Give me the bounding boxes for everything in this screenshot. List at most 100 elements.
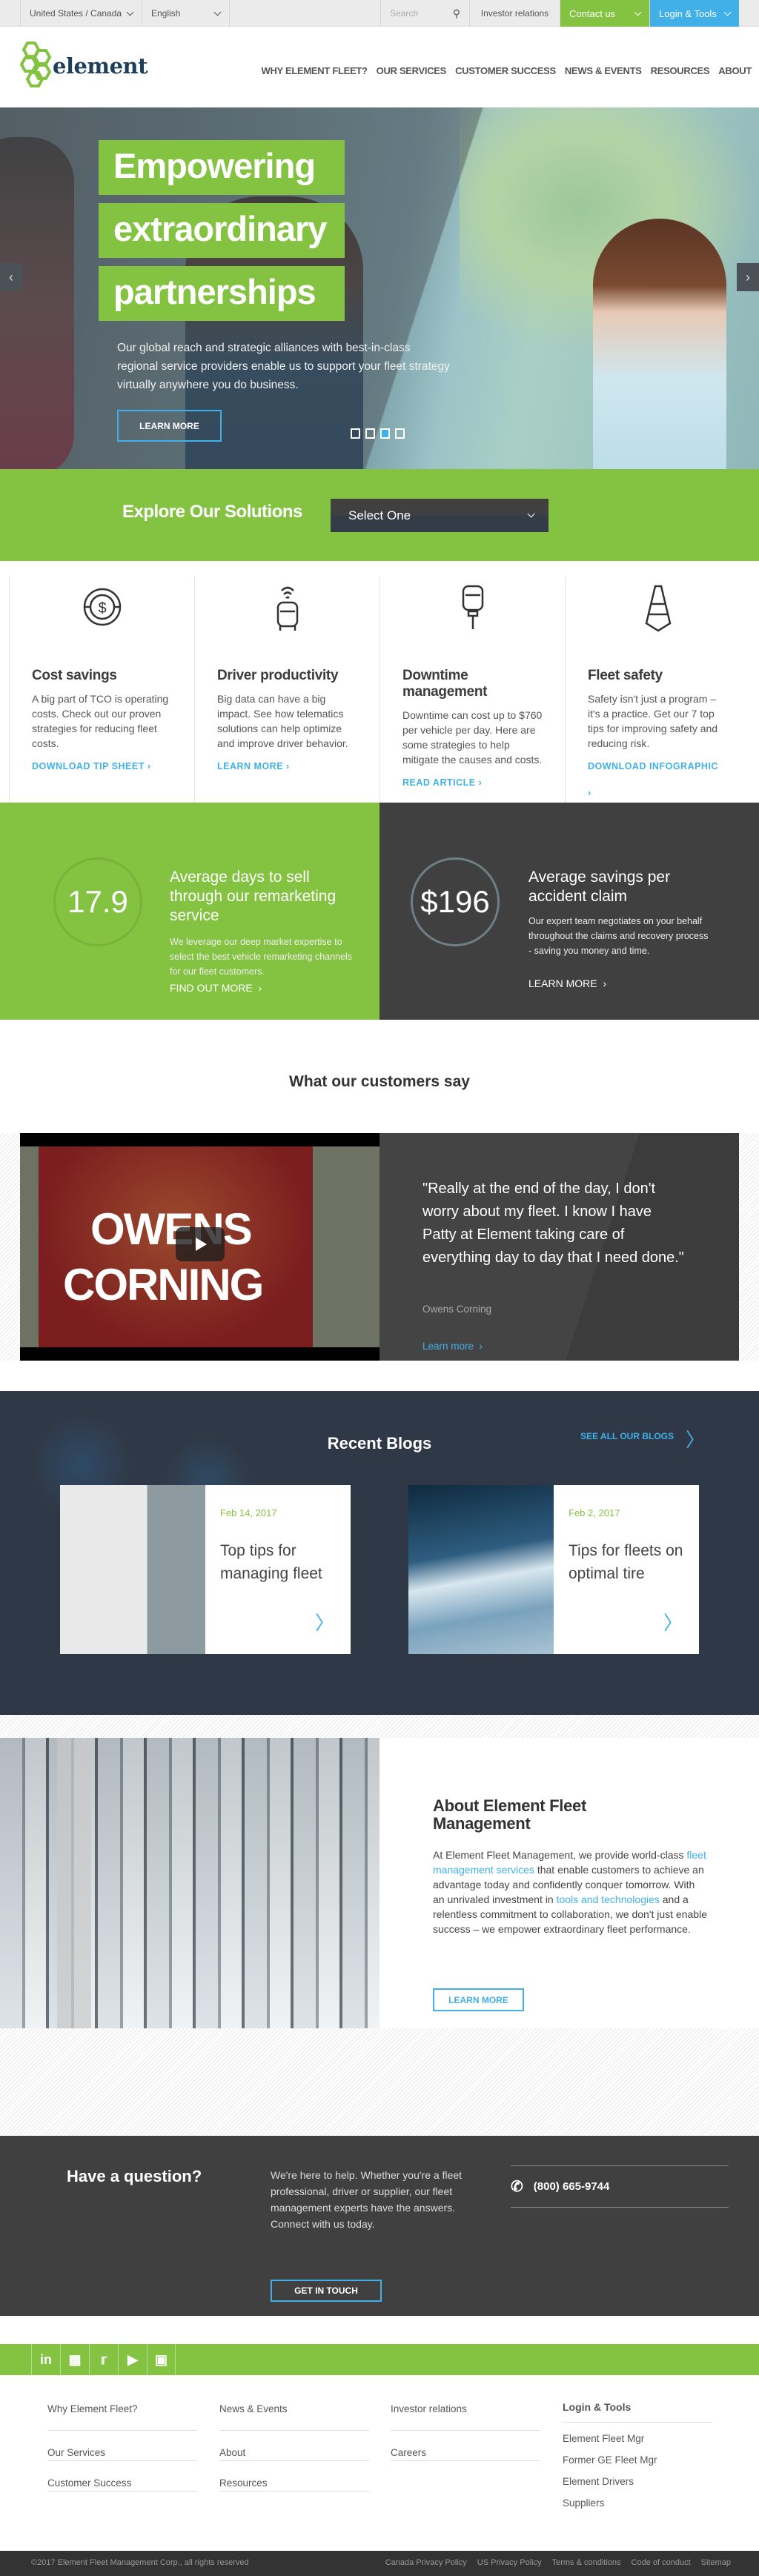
read-article-link[interactable]: READ ARTICLE › xyxy=(402,777,482,788)
stat-remarketing: 17.9 Average days to sell through our re… xyxy=(0,803,380,1020)
solution-cards: $ Cost savings A big part of TCO is oper… xyxy=(0,561,759,803)
chevron-right-icon[interactable]: 〉 xyxy=(315,1608,334,1636)
nav-news-events[interactable]: NEWS & EVENTS xyxy=(565,65,642,76)
chevron-down-icon xyxy=(126,8,134,16)
stats-section: 17.9 Average days to sell through our re… xyxy=(0,803,759,1020)
solution-card: Downtime management Downtime can cost up… xyxy=(380,576,565,803)
legal-link[interactable]: Sitemap xyxy=(701,2558,731,2567)
footer-link[interactable]: Element Drivers xyxy=(563,2476,712,2497)
search-icon[interactable]: ⚲ xyxy=(453,7,460,20)
phone-text: (800) 665-9744 xyxy=(533,2180,610,2193)
chevron-right-icon[interactable]: 〉 xyxy=(663,1608,683,1636)
blog-image xyxy=(408,1485,554,1654)
see-all-blogs-link[interactable]: SEE ALL OUR BLOGS xyxy=(580,1431,674,1441)
stat-value: $196 xyxy=(411,857,500,946)
footer-tools-title: Login & Tools xyxy=(563,2401,712,2423)
carousel-dot[interactable] xyxy=(351,428,360,439)
footer-column: Investor relations Careers xyxy=(391,2401,540,2461)
carousel-dot-active[interactable] xyxy=(380,428,390,439)
tools-technologies-link[interactable]: tools and technologies xyxy=(557,1893,660,1905)
footer-link[interactable]: Resources xyxy=(219,2461,369,2492)
nav-our-services[interactable]: OUR SERVICES xyxy=(377,65,447,76)
footer-tools-column: Login & Tools Element Fleet Mgr Former G… xyxy=(563,2401,712,2519)
footer-link[interactable]: Former GE Fleet Mgr xyxy=(563,2454,712,2476)
footer-link[interactable]: News & Events xyxy=(219,2401,369,2431)
select-value: Select One xyxy=(348,508,411,522)
login-tools-button[interactable]: Login & Tools xyxy=(649,0,739,27)
testimonial-learn-more-link[interactable]: Learn more › xyxy=(422,1341,483,1352)
phone-number[interactable]: ✆ (800) 665-9744 xyxy=(511,2165,729,2208)
get-in-touch-button[interactable]: GET IN TOUCH xyxy=(271,2280,382,2302)
slideshare-icon[interactable]: ▩ xyxy=(60,2344,89,2375)
youtube-icon[interactable]: ▶ xyxy=(118,2344,147,2375)
main-nav: WHY ELEMENT FLEET? OUR SERVICES CUSTOMER… xyxy=(262,65,752,76)
footer-link[interactable]: Investor relations xyxy=(391,2401,540,2431)
download-tip-sheet-link[interactable]: DOWNLOAD TIP SHEET › xyxy=(32,761,150,771)
legal-link[interactable]: Terms & conditions xyxy=(552,2558,621,2567)
carousel-prev-button[interactable]: ‹ xyxy=(0,263,22,291)
footer-link[interactable]: Suppliers xyxy=(563,2497,712,2519)
hexagon-logo-icon xyxy=(19,42,52,87)
language-select[interactable]: English xyxy=(142,0,229,27)
footer-link[interactable]: Customer Success xyxy=(47,2461,197,2492)
carousel-dot[interactable] xyxy=(395,428,405,439)
legal-bar: ©2017 Element Fleet Management Corp., al… xyxy=(0,2551,759,2576)
explore-solutions-bar: Explore Our Solutions Select One xyxy=(0,469,759,561)
legal-link[interactable]: Canada Privacy Policy xyxy=(385,2558,467,2567)
login-label: Login & Tools xyxy=(659,7,717,19)
phone-icon: ✆ xyxy=(511,2179,523,2195)
testimonial-quote-panel: "Really at the end of the day, I don't w… xyxy=(380,1133,739,1361)
card-text: A big part of TCO is operating costs. Ch… xyxy=(32,693,169,749)
explore-title: Explore Our Solutions xyxy=(122,502,302,522)
blog-card[interactable]: Feb 2, 2017 Tips for fleets on optimal t… xyxy=(408,1485,699,1654)
footer-link[interactable]: Element Fleet Mgr xyxy=(563,2433,712,2454)
connected-car-icon xyxy=(276,586,298,631)
carousel-dot[interactable] xyxy=(365,428,375,439)
contact-us-button[interactable]: Contact us xyxy=(560,0,649,27)
quote-text: "Really at the end of the day, I don't w… xyxy=(422,1181,684,1266)
card-title: Driver productivity xyxy=(217,668,339,683)
learn-more-link[interactable]: LEARN MORE › xyxy=(528,977,606,989)
nav-why-element[interactable]: WHY ELEMENT FLEET? xyxy=(262,65,368,76)
footer-link[interactable]: Our Services xyxy=(47,2431,197,2461)
instagram-icon[interactable]: ▣ xyxy=(147,2344,176,2375)
social-bar: in ▩ 𝕣 ▶ ▣ xyxy=(0,2344,759,2375)
copyright: ©2017 Element Fleet Management Corp., al… xyxy=(31,2558,249,2567)
blog-card[interactable]: Feb 14, 2017 Top tips for managing fleet… xyxy=(60,1485,351,1654)
investor-relations-link[interactable]: Investor relations xyxy=(469,0,560,27)
nav-customer-success[interactable]: CUSTOMER SUCCESS xyxy=(455,65,556,76)
language-label: English xyxy=(151,8,181,19)
footer-link[interactable]: About xyxy=(219,2431,369,2461)
footer-link[interactable]: Why Element Fleet? xyxy=(47,2401,197,2431)
nav-about[interactable]: ABOUT xyxy=(718,65,752,76)
stat-title: Average savings per accident claim xyxy=(528,869,671,905)
legal-link[interactable]: US Privacy Policy xyxy=(477,2558,542,2567)
legal-link[interactable]: Code of conduct xyxy=(632,2558,691,2567)
about-text: At Element Fleet Management, we provide … xyxy=(433,1849,707,1935)
chevron-right-icon[interactable]: 〉 xyxy=(686,1425,705,1453)
question-title: Have a question? xyxy=(67,2167,202,2185)
chevron-right-icon: › xyxy=(746,269,750,285)
twitter-icon[interactable]: 𝕣 xyxy=(89,2344,118,2375)
carousel-dots xyxy=(351,428,405,439)
hero-learn-more-button[interactable]: LEARN MORE xyxy=(117,410,222,442)
play-icon[interactable] xyxy=(176,1227,225,1261)
find-out-more-link[interactable]: FIND OUT MORE › xyxy=(170,982,262,994)
search-input[interactable]: Search ⚲ xyxy=(380,0,469,27)
spacer xyxy=(229,0,380,27)
region-label: United States / Canada xyxy=(30,8,122,19)
solutions-select[interactable]: Select One xyxy=(331,499,548,532)
download-infographic-link[interactable]: DOWNLOAD INFOGRAPHIC › xyxy=(588,761,718,798)
linkedin-icon[interactable]: in xyxy=(31,2344,60,2375)
stat-text: Our expert team negotiates on your behal… xyxy=(528,916,709,956)
footer-column: News & Events About Resources xyxy=(219,2401,369,2492)
recent-blogs-section: Recent Blogs SEE ALL OUR BLOGS 〉 Feb 14,… xyxy=(0,1391,759,1715)
learn-more-link[interactable]: LEARN MORE › xyxy=(217,761,290,771)
video-player[interactable]: OWENS CORNING xyxy=(20,1133,380,1361)
region-select[interactable]: United States / Canada xyxy=(20,0,142,27)
element-logo[interactable]: element xyxy=(19,42,148,87)
nav-resources[interactable]: RESOURCES xyxy=(651,65,710,76)
carousel-next-button[interactable]: › xyxy=(737,263,759,291)
about-learn-more-button[interactable]: LEARN MORE xyxy=(433,1988,524,2011)
footer-link[interactable]: Careers xyxy=(391,2431,540,2461)
